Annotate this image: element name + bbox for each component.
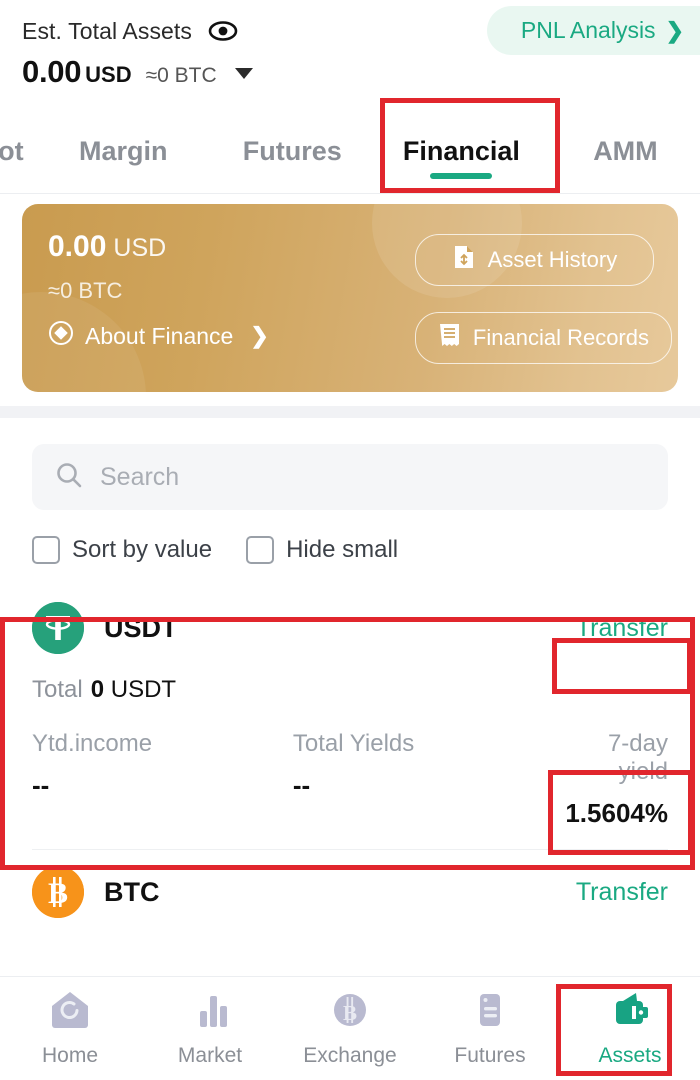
home-icon: [48, 989, 92, 1036]
btc-coin-icon: B: [32, 866, 84, 918]
search-box[interactable]: Search: [32, 444, 668, 510]
asset-row-usdt[interactable]: USDT Transfer Total 0 USDT Ytd.income -- …: [22, 586, 678, 849]
metric-label: Ytd.income: [32, 730, 153, 757]
asset-total-unit: USDT: [110, 676, 177, 703]
metric-7-day-yield: 7-day yield 1.5604%: [554, 730, 668, 829]
nav-item-market[interactable]: Market: [140, 989, 280, 1068]
tab-spot[interactable]: ot: [0, 136, 34, 193]
asset-row-btc[interactable]: B BTC Transfer: [22, 850, 678, 938]
metric-ytd-income: Ytd.income --: [32, 730, 293, 829]
svg-text:B: B: [48, 877, 68, 910]
financial-records-button[interactable]: Financial Records: [414, 312, 672, 364]
assets-header: Est. Total Assets 0.00 USD ≈0 BTC PNL Ana…: [0, 0, 700, 98]
wallet-icon: [608, 989, 652, 1036]
app-screen: Est. Total Assets 0.00 USD ≈0 BTC PNL Ana…: [0, 0, 700, 1080]
about-finance-label: About Finance: [85, 322, 234, 349]
financial-balance-card: 0.00 USD ≈0 BTC About Finance ❯ Asset Hi…: [22, 204, 678, 392]
pnl-analysis-button[interactable]: PNL Analysis ❯: [486, 6, 700, 55]
total-assets-value-row: 0.00 USD ≈0 BTC: [22, 54, 700, 90]
checkbox-icon[interactable]: [32, 536, 60, 564]
total-assets-label: Est. Total Assets: [22, 17, 193, 44]
tab-margin[interactable]: Margin: [34, 136, 213, 193]
document-transfer-icon: [452, 244, 476, 276]
bitcoin-circle-icon: B: [328, 989, 372, 1036]
asset-history-label: Asset History: [487, 247, 618, 272]
asset-symbol: BTC: [104, 876, 160, 907]
account-type-tabs: ot Margin Futures Financial AMM: [0, 98, 700, 194]
nav-label-market: Market: [177, 1044, 243, 1067]
svg-text:B: B: [343, 1001, 357, 1025]
search-icon: [54, 460, 84, 495]
metric-label: 7-day yield: [607, 730, 668, 785]
filter-row: Sort by value Hide small: [0, 510, 700, 564]
asset-header: USDT Transfer: [32, 602, 668, 654]
chevron-down-icon[interactable]: [234, 68, 253, 79]
asset-total-value: 0: [90, 676, 105, 703]
asset-list: USDT Transfer Total 0 USDT Ytd.income -- …: [0, 586, 700, 938]
nav-item-assets[interactable]: Assets: [560, 989, 700, 1068]
nav-label-exchange: Exchange: [303, 1044, 397, 1067]
tab-active-indicator: [430, 173, 493, 179]
nav-item-exchange[interactable]: B Exchange: [280, 989, 420, 1068]
asset-history-button[interactable]: Asset History: [414, 234, 654, 286]
metric-value: --: [32, 770, 50, 800]
sort-by-value-label: Sort by value: [72, 536, 213, 563]
total-assets-amount: 0.00 USD: [22, 54, 132, 89]
transfer-button-usdt[interactable]: Transfer: [576, 614, 668, 643]
nav-label-assets: Assets: [598, 1044, 662, 1067]
tab-financial[interactable]: Financial: [372, 136, 551, 193]
checkbox-icon[interactable]: [246, 536, 275, 564]
eye-icon[interactable]: [208, 20, 238, 42]
metric-value: --: [292, 770, 311, 800]
metric-total-yields: Total Yields --: [293, 730, 554, 829]
asset-metrics: Ytd.income -- Total Yields -- 7-day yiel…: [32, 730, 668, 829]
tab-financial-label: Financial: [402, 136, 520, 166]
bottom-navigation: Home Market B Exchange Futures Assets: [0, 976, 700, 1080]
receipt-icon: [438, 322, 461, 354]
tab-futures-label: Futures: [242, 136, 342, 166]
metric-label: Total Yields: [292, 730, 415, 757]
financial-balance-section: 0.00 USD ≈0 BTC About Finance ❯ Asset Hi…: [0, 194, 700, 406]
tab-amm-label: AMM: [593, 136, 658, 166]
nav-label-home: Home: [41, 1044, 99, 1067]
tab-futures[interactable]: Futures: [213, 136, 372, 193]
hide-small-label: Hide small: [286, 536, 399, 563]
total-assets-btc-equivalent: ≈0 BTC: [145, 64, 217, 87]
bar-chart-icon: [188, 989, 232, 1036]
metric-value: 1.5604%: [565, 798, 668, 828]
asset-symbol: USDT: [104, 612, 178, 643]
asset-header: B BTC Transfer: [32, 866, 668, 918]
chevron-right-icon: ❯: [665, 17, 684, 43]
sort-by-value-checkbox[interactable]: Sort by value: [32, 536, 212, 564]
nav-label-futures: Futures: [454, 1044, 526, 1067]
transfer-button-btc[interactable]: Transfer: [576, 878, 668, 907]
diamond-circle-icon: [48, 320, 74, 352]
search-section: Search: [0, 418, 700, 510]
asset-total-label: Total: [32, 676, 83, 703]
financial-card-actions: Asset History Financial Records: [414, 234, 672, 364]
hide-small-checkbox[interactable]: Hide small: [246, 536, 398, 564]
financial-records-label: Financial Records: [472, 325, 649, 350]
tab-margin-label: Margin: [78, 136, 168, 166]
usdt-coin-icon: [32, 602, 84, 654]
section-divider: [0, 406, 700, 418]
nav-item-home[interactable]: Home: [0, 989, 140, 1068]
asset-total-row: Total 0 USDT: [32, 676, 668, 704]
tab-spot-label: ot: [0, 136, 24, 166]
document-lines-icon: [468, 989, 512, 1036]
chevron-right-icon: ❯: [250, 323, 269, 348]
search-input[interactable]: Search: [100, 463, 179, 492]
nav-item-futures[interactable]: Futures: [420, 989, 560, 1068]
tab-amm[interactable]: AMM: [551, 136, 700, 193]
pnl-analysis-label: PNL Analysis: [520, 17, 656, 43]
